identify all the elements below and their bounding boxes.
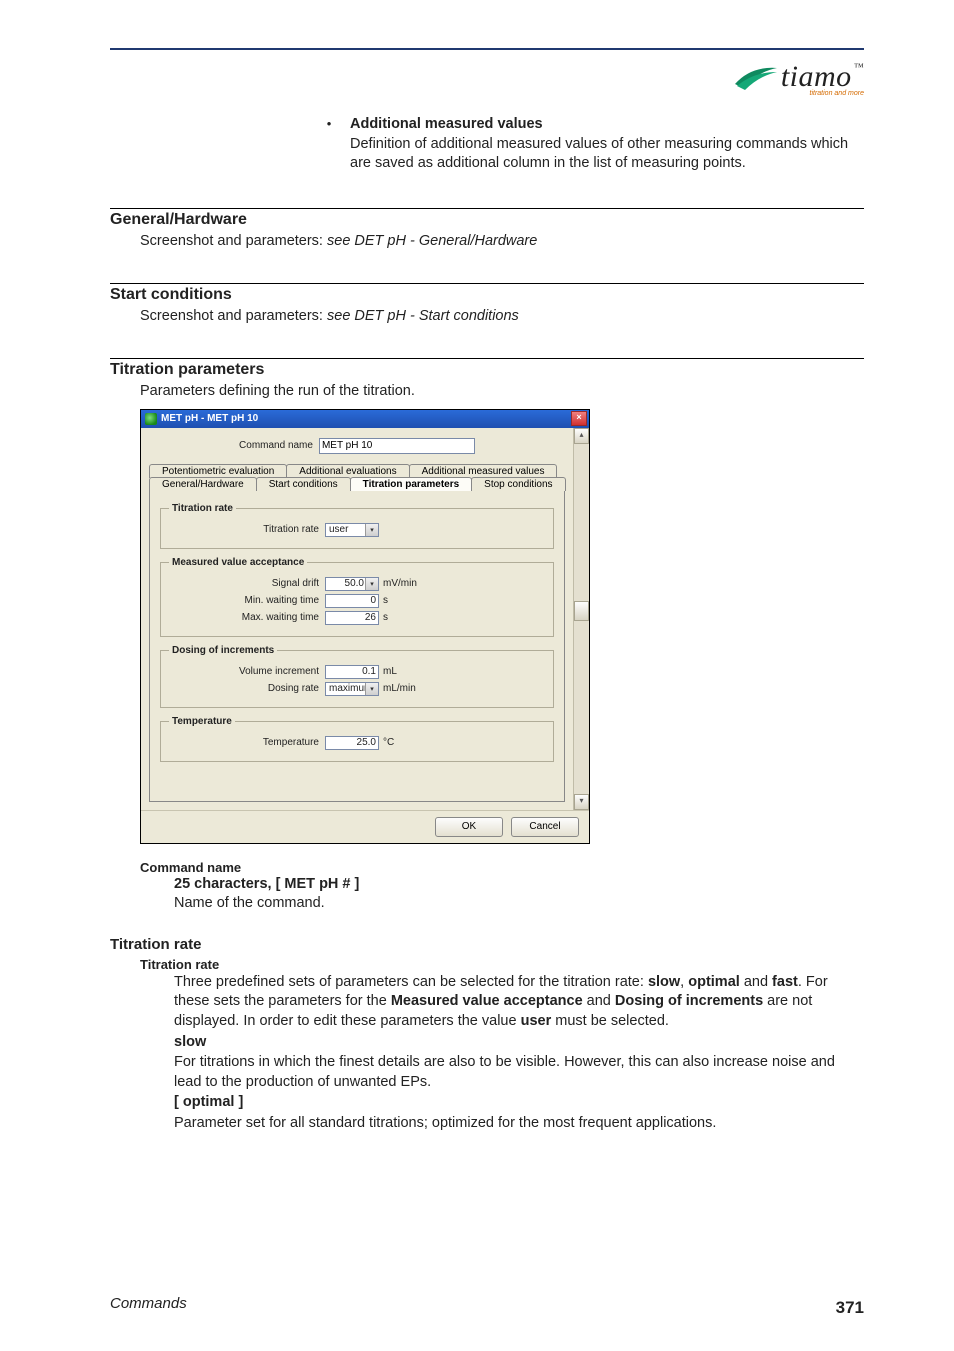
cancel-button[interactable]: Cancel [511, 817, 579, 837]
heading-general-hardware: General/Hardware [110, 208, 864, 229]
command-name-term: Command name [140, 860, 864, 875]
app-icon [145, 413, 157, 425]
max-wait-input[interactable]: 26 [325, 611, 379, 625]
volume-increment-label: Volume increment [169, 666, 325, 677]
ok-button[interactable]: OK [435, 817, 503, 837]
footer-left: Commands [110, 1295, 187, 1321]
optimal-desc: Parameter set for all standard titration… [174, 1114, 864, 1134]
volume-increment-unit: mL [383, 666, 397, 677]
titration-rate-select[interactable]: user ▾ [325, 523, 379, 537]
heading-titration-rate: Titration rate [110, 936, 864, 953]
max-wait-label: Max. waiting time [169, 612, 325, 623]
legend-mva: Measured value acceptance [169, 557, 307, 568]
titration-rate-label: Titration rate [169, 524, 325, 535]
logo-name: tiamo [781, 60, 852, 94]
close-icon[interactable]: × [571, 411, 587, 426]
scroll-up-icon[interactable]: ▴ [574, 428, 589, 444]
command-name-label: Command name [239, 440, 313, 451]
titration-rate-term: Titration rate [140, 957, 864, 972]
titration-parameters-lead: Parameters defining the run of the titra… [140, 383, 864, 399]
swoosh-icon [733, 62, 779, 92]
trademark-icon: ™ [854, 62, 864, 73]
scroll-track[interactable] [574, 444, 589, 794]
volume-increment-input[interactable]: 0.1 [325, 665, 379, 679]
titration-rate-desc: Three predefined sets of parameters can … [174, 973, 864, 1032]
legend-dosing: Dosing of increments [169, 645, 277, 656]
dialog-titlebar[interactable]: MET pH - MET pH 10 × [141, 410, 589, 428]
group-dosing-increments: Dosing of increments Volume increment 0.… [160, 645, 554, 708]
bullet-content: Additional measured values Definition of… [350, 115, 864, 174]
heading-titration-parameters: Titration parameters [110, 358, 864, 379]
tab-general-hardware[interactable]: General/Hardware [149, 477, 257, 491]
max-wait-unit: s [383, 612, 388, 623]
dosing-rate-select[interactable]: maximum ▾ [325, 682, 379, 696]
bullet-icon: • [324, 115, 334, 174]
temperature-input[interactable]: 25.0 [325, 736, 379, 750]
min-wait-unit: s [383, 595, 388, 606]
tab-additional-evaluations[interactable]: Additional evaluations [286, 464, 409, 478]
command-name-desc: Name of the command. [174, 894, 864, 914]
scroll-down-icon[interactable]: ▾ [574, 794, 589, 810]
slow-desc: For titrations in which the finest detai… [174, 1053, 864, 1092]
tab-start-conditions[interactable]: Start conditions [256, 477, 351, 491]
dosing-rate-unit: mL/min [383, 683, 416, 694]
dialog-scrollbar[interactable]: ▴ ▾ [573, 428, 589, 810]
legend-titration-rate: Titration rate [169, 503, 236, 514]
optimal-term: [ optimal ] [174, 1094, 243, 1110]
temperature-unit: °C [383, 737, 394, 748]
tab-additional-measured-values[interactable]: Additional measured values [409, 464, 558, 478]
group-measured-value-acceptance: Measured value acceptance Signal drift 5… [160, 557, 554, 637]
logo-area: tiamo ™ titration and more [110, 60, 864, 97]
dialog-title: MET pH - MET pH 10 [161, 413, 258, 424]
signal-drift-unit: mV/min [383, 578, 417, 589]
dialog-window: MET pH - MET pH 10 × Command name Potent… [140, 409, 590, 844]
signal-drift-label: Signal drift [169, 578, 325, 589]
footer-page-number: 371 [836, 1298, 864, 1318]
min-wait-label: Min. waiting time [169, 595, 325, 606]
heading-start-conditions: Start conditions [110, 283, 864, 304]
tab-titration-parameters[interactable]: Titration parameters [350, 477, 473, 491]
header-rule [110, 48, 864, 50]
command-name-input[interactable] [319, 438, 475, 454]
group-titration-rate: Titration rate Titration rate user ▾ [160, 503, 554, 549]
command-name-spec: 25 characters, [ MET pH # ] [174, 876, 359, 892]
temperature-label: Temperature [169, 737, 325, 748]
tab-pane: Titration rate Titration rate user ▾ Mea… [149, 490, 565, 802]
scroll-thumb[interactable] [574, 601, 589, 621]
tab-stop-conditions[interactable]: Stop conditions [471, 477, 565, 491]
min-wait-input[interactable]: 0 [325, 594, 379, 608]
logo-text: tiamo ™ [781, 60, 864, 94]
group-temperature: Temperature Temperature 25.0 °C [160, 716, 554, 762]
start-conditions-body: Screenshot and parameters: see DET pH - … [140, 308, 864, 324]
dosing-rate-label: Dosing rate [169, 683, 325, 694]
tabs: Potentiometric evaluation Additional eva… [149, 464, 565, 802]
general-hardware-body: Screenshot and parameters: see DET pH - … [140, 233, 864, 249]
tab-potentiometric-evaluation[interactable]: Potentiometric evaluation [149, 464, 287, 478]
bullet-title: Additional measured values [350, 116, 543, 132]
legend-temperature: Temperature [169, 716, 235, 727]
chevron-down-icon[interactable]: ▾ [365, 578, 378, 590]
signal-drift-input[interactable]: 50.0 ▾ [325, 577, 379, 591]
bullet-text: Definition of additional measured values… [350, 136, 848, 172]
chevron-down-icon[interactable]: ▾ [365, 524, 378, 536]
slow-term: slow [174, 1034, 206, 1050]
chevron-down-icon[interactable]: ▾ [365, 683, 378, 695]
